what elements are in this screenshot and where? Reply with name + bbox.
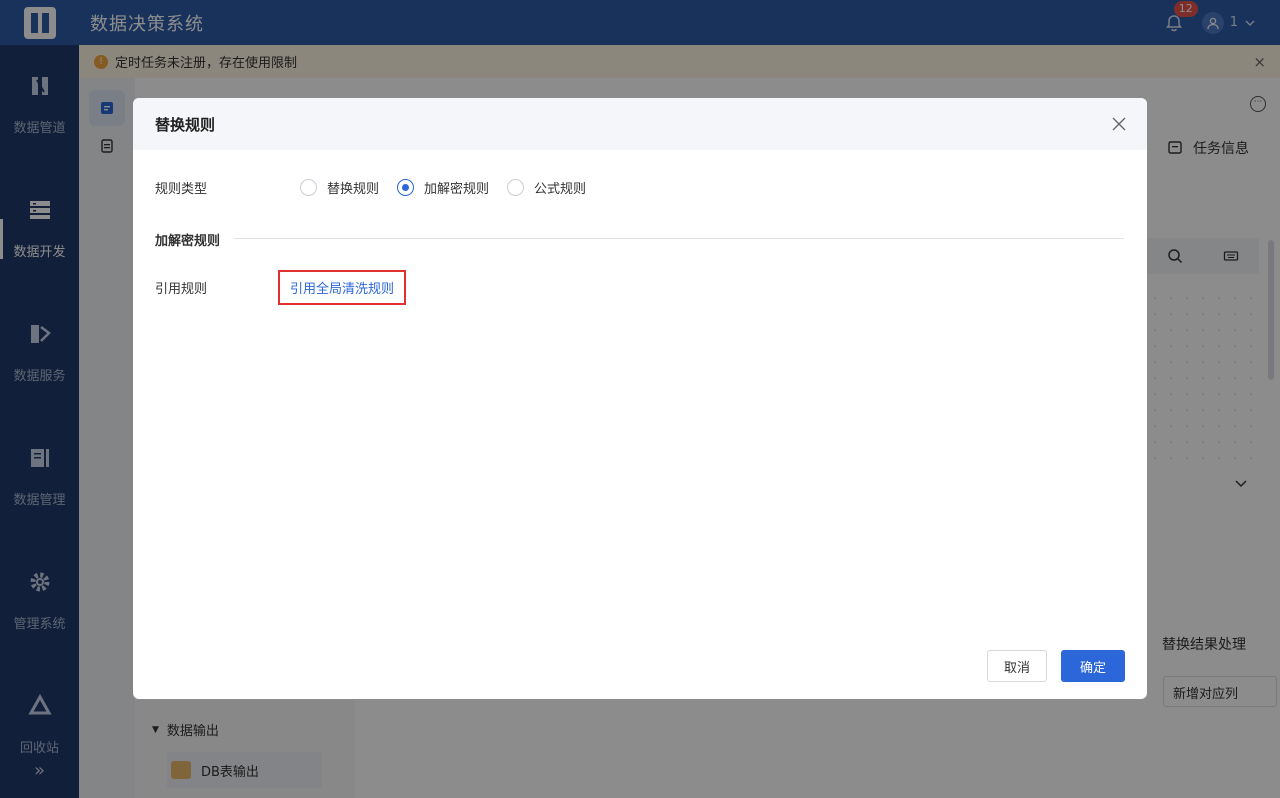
reference-global-rule-link[interactable]: 引用全局清洗规则 (290, 282, 394, 297)
rule-type-radio-group: 替换规则 加解密规则 公式规则 (300, 178, 586, 197)
radio-circle-checked (397, 179, 415, 196)
radio-formula-rule[interactable]: 公式规则 (507, 178, 586, 197)
radio-circle (507, 179, 525, 196)
replace-rule-dialog: 替换规则 规则类型 替换规则 加解密规则 公式规则 加解密规则 引用规则 引用全… (133, 98, 1147, 699)
section-title: 加解密规则 (155, 234, 221, 249)
highlight-box: 引用全局清洗规则 (278, 270, 407, 305)
radio-circle (300, 179, 317, 196)
cancel-button[interactable]: 取消 (987, 650, 1047, 682)
rule-type-row: 规则类型 替换规则 加解密规则 公式规则 (155, 178, 586, 197)
dialog-header: 替换规则 (133, 98, 1147, 150)
reference-rule-row: 引用规则 引用全局清洗规则 (155, 270, 407, 305)
radio-label: 加解密规则 (424, 182, 490, 197)
section-divider (234, 238, 1124, 239)
rule-type-label: 规则类型 (155, 182, 208, 197)
dialog-title: 替换规则 (155, 115, 216, 134)
radio-encrypt-rule[interactable]: 加解密规则 (397, 178, 489, 197)
radio-label: 替换规则 (327, 182, 380, 197)
close-icon[interactable] (1109, 114, 1129, 134)
radio-replace-rule[interactable]: 替换规则 (300, 178, 379, 197)
confirm-button[interactable]: 确定 (1061, 650, 1125, 682)
radio-label: 公式规则 (534, 182, 587, 197)
